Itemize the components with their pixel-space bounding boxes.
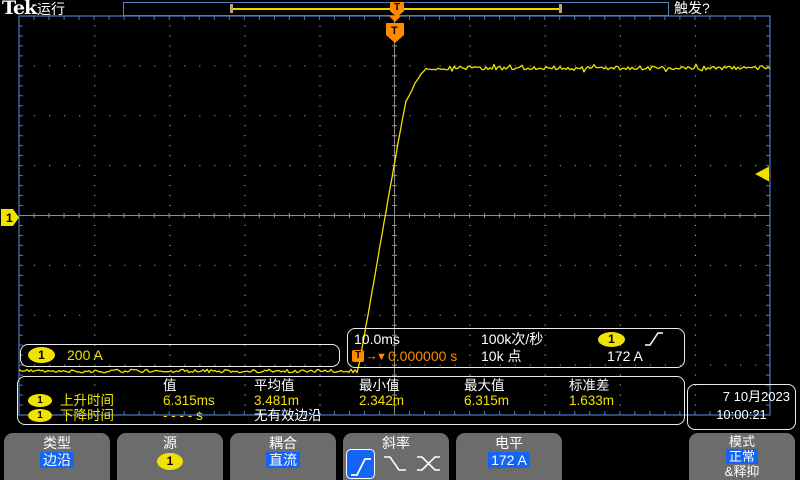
acquisition-status: 运行 <box>37 1 65 17</box>
menu-value: 172 A <box>488 452 530 468</box>
menu-value-2: &释抑 <box>689 464 795 480</box>
menu-button-coupling[interactable]: 耦合 直流 <box>230 433 336 480</box>
channel-badge: 1 <box>28 347 55 363</box>
meas-header-min: 最小值 <box>359 378 400 393</box>
datetime-box: 7 10月2023 10:00:21 <box>687 384 796 430</box>
trigger-position-marker-icon: T <box>390 2 404 17</box>
tek-logo: Tek <box>2 0 36 19</box>
meas-value: - - - - s <box>163 408 203 423</box>
timebase-readout: 10.0ms <box>354 331 400 347</box>
meas-header-mean: 平均值 <box>254 378 295 393</box>
meas-name: 上升时间 <box>60 393 114 408</box>
trigger-source-badge: 1 <box>598 332 625 347</box>
menu-value: 边沿 <box>40 452 74 468</box>
meas-header-value: 值 <box>163 378 177 393</box>
trigger-slope-icon <box>643 331 665 347</box>
measurement-row-rise-time: 1 上升时间 6.315ms 3.481m 2.342m 6.315m 1.63… <box>18 393 684 408</box>
menu-button-slope[interactable]: 斜率 <box>343 433 449 480</box>
menu-button-mode[interactable]: 模式 正常 &释抑 <box>689 433 795 480</box>
falling-slope-icon[interactable] <box>382 454 408 474</box>
trigger-time-readout: 0.000000 s <box>388 348 457 364</box>
meas-name: 下降时间 <box>60 408 114 423</box>
menu-label: 模式 <box>689 434 795 450</box>
meas-value: 6.315ms <box>163 393 215 408</box>
measurement-header-row: 值 平均值 最小值 最大值 标准差 <box>18 378 684 393</box>
menu-button-type[interactable]: 类型 边沿 <box>4 433 110 480</box>
time-readout: 10:00:21 <box>688 407 795 422</box>
either-slope-icon[interactable] <box>415 454 443 474</box>
channel-badge: 1 <box>28 409 52 422</box>
meas-stddev: 1.633m <box>569 393 614 408</box>
rising-slope-option[interactable] <box>346 449 375 479</box>
oscilloscope-screen: 1 T Tek 运行 触发? T 1 200 A 10.0ms 100k次/秒 1… <box>0 0 800 480</box>
trigger-status: 触发? <box>674 0 710 16</box>
measurement-row-fall-time: 1 下降时间 - - - - s 无有效边沿 <box>18 408 684 423</box>
menu-label: 耦合 <box>230 435 336 451</box>
menu-value: 直流 <box>266 452 300 468</box>
meas-min: 2.342m <box>359 393 404 408</box>
meas-max: 6.315m <box>464 393 509 408</box>
date-readout: 7 10月2023 <box>723 389 790 404</box>
triangle-down-icon: ▼ <box>376 349 387 365</box>
channel-badge: 1 <box>28 394 52 407</box>
svg-text:1: 1 <box>6 211 13 225</box>
trigger-t-icon: T <box>352 350 364 362</box>
menu-button-level[interactable]: 电平 172 A <box>456 433 562 480</box>
channel-scale: 200 A <box>67 347 103 363</box>
trigger-level-readout: 172 A <box>607 348 643 364</box>
record-length-readout: 10k 点 <box>481 348 521 364</box>
horizontal-trigger-readout-box: 10.0ms 100k次/秒 1 T → ▼ 0.000000 s 10k 点 … <box>347 328 685 368</box>
record-view-bar: T <box>123 2 669 16</box>
window-bracket-left <box>230 4 233 13</box>
menu-label: 源 <box>117 435 223 451</box>
meas-mean: 3.481m <box>254 393 299 408</box>
menu-label: 类型 <box>4 435 110 451</box>
meas-note: 无有效边沿 <box>254 408 322 423</box>
softkey-menu: 类型 边沿 源 1 耦合 直流 斜率 电平 1 <box>0 433 800 480</box>
channel-readout-box: 1 200 A <box>20 344 340 367</box>
rising-slope-icon <box>348 454 373 480</box>
sample-rate-readout: 100k次/秒 <box>481 331 543 347</box>
meas-header-max: 最大值 <box>464 378 505 393</box>
menu-label: 电平 <box>456 435 562 451</box>
menu-value: 正常 <box>726 449 758 464</box>
menu-button-source[interactable]: 源 1 <box>117 433 223 480</box>
svg-text:T: T <box>391 25 398 37</box>
meas-header-stddev: 标准差 <box>569 378 610 393</box>
channel-badge: 1 <box>157 453 183 470</box>
measurement-panel: 值 平均值 最小值 最大值 标准差 1 上升时间 6.315ms 3.481m … <box>17 376 685 425</box>
window-bracket-right <box>559 4 562 13</box>
